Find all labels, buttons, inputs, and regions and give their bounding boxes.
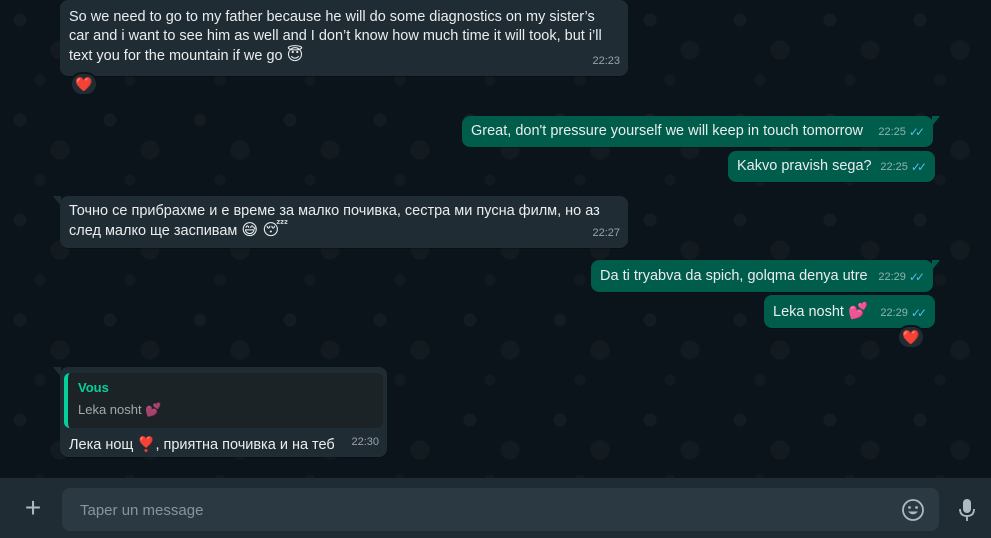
message-time: 22:23 [592, 55, 620, 67]
double-check-icon: ✓✓ [908, 270, 925, 284]
message-emoji: 😅 😴 [241, 222, 289, 239]
heart-reaction[interactable]: ❤️ [70, 72, 98, 96]
heart-icon: ❤️ [75, 75, 93, 92]
message-meta: 22:30 [351, 433, 379, 452]
message-input-box[interactable] [62, 488, 939, 533]
message-incoming[interactable]: Точно се прибрахме и е време за малко по… [53, 196, 628, 248]
message-time: 22:29 [878, 271, 906, 283]
plus-icon[interactable]: + [20, 494, 46, 522]
message-meta: 22:25 ✓✓ [878, 123, 925, 142]
message-text-continued: , приятна почивка и на теб [155, 437, 335, 453]
message-outgoing[interactable]: Great, don't pressure yourself we will k… [462, 116, 940, 147]
message-text: So we need to go to my father because he… [69, 9, 606, 64]
message-meta: 22:25 ✓✓ [880, 158, 927, 177]
quoted-message[interactable]: Vous Leka nosht 💕 [64, 373, 383, 428]
message-time: 22:25 [880, 161, 908, 173]
message-text: Kakvo pravish sega? [737, 158, 872, 174]
double-check-icon: ✓✓ [908, 125, 925, 139]
message-incoming-reply[interactable]: Vous Leka nosht 💕 Лека нощ ❣️, приятна п… [53, 367, 387, 457]
double-check-icon: ✓✓ [910, 306, 927, 320]
emoji-icon[interactable] [901, 498, 925, 522]
heart-exclamation-emoji: ❣️ [137, 437, 156, 453]
message-time: 22:29 [880, 307, 908, 319]
message-meta: 22:29 ✓✓ [878, 268, 925, 287]
message-body: Лека нощ ❣️, приятна почивка и на теб [60, 436, 387, 455]
double-check-icon: ✓✓ [910, 160, 927, 174]
message-time: 22:30 [351, 436, 379, 448]
message-input[interactable] [78, 488, 882, 533]
message-incoming[interactable]: So we need to go to my father because he… [60, 0, 628, 76]
heart-reaction[interactable]: ❤️ [897, 325, 925, 349]
message-meta: 22:23 [592, 52, 620, 71]
heart-icon: ❤️ [902, 328, 920, 345]
message-text: Da ti tryabva da spich, golqma denya utr… [600, 268, 868, 284]
message-outgoing[interactable]: Kakvo pravish sega? 22:25 ✓✓ [728, 151, 935, 182]
message-emoji: 💕 [847, 303, 868, 320]
message-emoji: 😇 [286, 47, 304, 64]
microphone-icon[interactable] [955, 497, 979, 523]
chat-panel[interactable]: So we need to go to my father because he… [0, 0, 991, 478]
message-meta: 22:29 ✓✓ [880, 304, 927, 323]
message-text: Leka nosht [773, 304, 844, 320]
message-time: 22:27 [592, 227, 620, 239]
message-text: Точно се прибрахме и е време за малко по… [69, 203, 604, 239]
message-meta: 22:27 [592, 224, 620, 243]
message-text: Лека нощ [69, 437, 134, 453]
message-outgoing[interactable]: Leka nosht 💕 22:29 ✓✓ [764, 295, 935, 328]
composer-bar: + [0, 478, 991, 538]
message-time: 22:25 [878, 126, 906, 138]
message-outgoing[interactable]: Da ti tryabva da spich, golqma denya utr… [591, 260, 940, 292]
quote-author: Vous [78, 380, 109, 395]
quote-body: Leka nosht [78, 402, 142, 417]
quote-text: Leka nosht 💕 [78, 400, 373, 420]
quote-emoji: 💕 [145, 402, 162, 417]
message-text: Great, don't pressure yourself we will k… [471, 123, 864, 139]
